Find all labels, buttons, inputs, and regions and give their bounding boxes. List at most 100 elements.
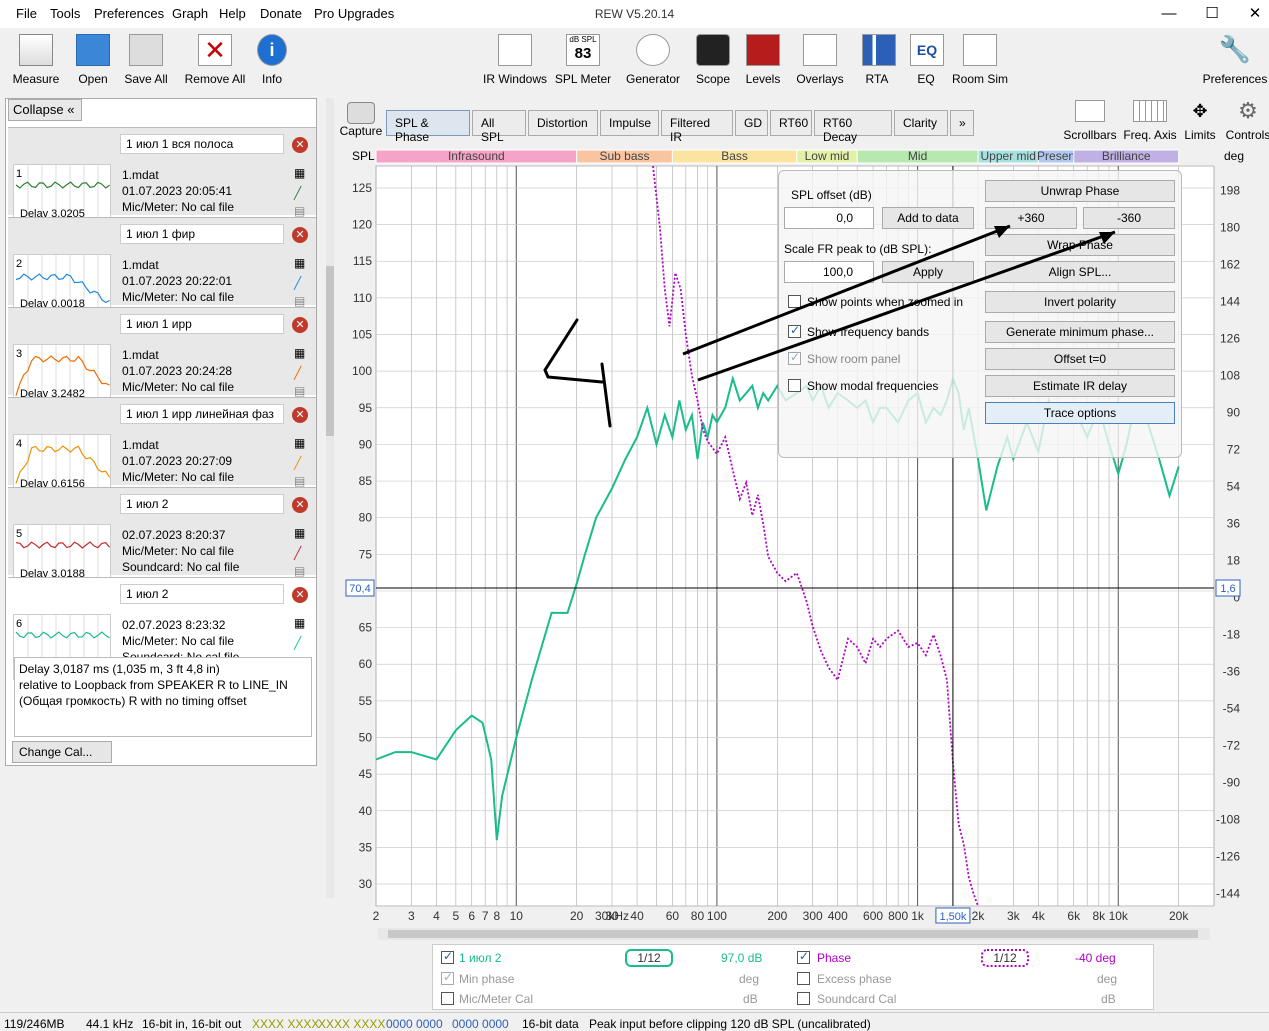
properties-icon[interactable]: ▦ — [294, 166, 305, 180]
properties-icon[interactable]: ▦ — [294, 256, 305, 270]
properties-icon[interactable]: ▦ — [294, 436, 305, 450]
legend-phase-checkbox[interactable] — [797, 949, 810, 964]
graph-scrollbar-thumb[interactable] — [388, 930, 1198, 938]
delete-measurement-icon[interactable]: ✕ — [292, 587, 308, 603]
notes-icon[interactable]: ▤ — [294, 294, 305, 308]
measurement-item[interactable]: 1 июл 1 ирр✕2020,0k31.mdat01.07.2023 20:… — [8, 307, 316, 410]
measurement-name-input[interactable]: 1 июл 1 фир — [120, 224, 284, 244]
legend-soundcard-cal-checkbox[interactable] — [797, 992, 810, 1005]
rta-button[interactable]: RTA — [862, 34, 896, 86]
eq-button[interactable]: EQ EQ — [910, 34, 944, 86]
maximize-icon[interactable]: ☐ — [1202, 4, 1222, 24]
legend-mic-cal-checkbox[interactable] — [441, 992, 454, 1005]
tab-rt60[interactable]: RT60 — [770, 110, 812, 136]
legend-spl-checkbox[interactable] — [441, 949, 454, 964]
menu-tools[interactable]: Tools — [50, 6, 80, 21]
preferences-button[interactable]: 🔧 Preferences — [1202, 34, 1268, 86]
align-spl-button[interactable]: Align SPL... — [985, 261, 1175, 283]
minimize-icon[interactable]: — — [1159, 4, 1179, 24]
save-all-button[interactable]: Save All — [122, 34, 170, 86]
controls-button[interactable]: ⚙ Controls — [1224, 100, 1269, 143]
menu-file[interactable]: File — [16, 6, 37, 21]
add-to-data-button[interactable]: Add to data — [882, 207, 974, 229]
delete-measurement-icon[interactable]: ✕ — [292, 227, 308, 243]
generate-minimum-phase-button[interactable]: Generate minimum phase... — [985, 321, 1175, 343]
unwrap-phase-button[interactable]: Unwrap Phase — [985, 180, 1175, 202]
legend-excess-phase-checkbox[interactable] — [797, 972, 810, 985]
spl-offset-input[interactable]: 0,0 — [784, 207, 874, 229]
notes-icon[interactable]: ▤ — [294, 474, 305, 488]
measurement-name-input[interactable]: 1 июл 1 ирр линейная фаз — [120, 404, 284, 424]
freq-axis-button[interactable]: Freq. Axis — [1120, 100, 1180, 142]
properties-icon[interactable]: ▦ — [294, 346, 305, 360]
tab-rt60-decay[interactable]: RT60 Decay — [814, 110, 892, 144]
delete-measurement-icon[interactable]: ✕ — [292, 137, 308, 153]
measurement-name-input[interactable]: 1 июл 1 вся полоса — [120, 134, 284, 154]
notes-icon[interactable]: ▤ — [294, 204, 305, 218]
overlays-button[interactable]: Overlays — [796, 34, 844, 86]
scrollbars-button[interactable]: Scrollbars — [1062, 100, 1118, 142]
apply-button[interactable]: Apply — [882, 261, 974, 283]
tab-clarity[interactable]: Clarity — [894, 110, 948, 136]
measure-button[interactable]: Measure — [10, 34, 62, 86]
change-cal-button[interactable]: Change Cal... — [12, 741, 112, 763]
tab-spl-phase[interactable]: SPL & Phase — [386, 110, 470, 144]
left-scrollbar-thumb[interactable] — [326, 266, 334, 436]
trace-options-button[interactable]: Trace options — [985, 402, 1175, 424]
properties-icon[interactable]: ▦ — [294, 526, 305, 540]
tab-filtered-ir[interactable]: Filtered IR — [661, 110, 733, 144]
show-points-checkbox[interactable] — [788, 295, 801, 308]
close-icon[interactable]: ✕ — [1245, 4, 1265, 24]
measurement-name-input[interactable]: 1 июл 1 ирр — [120, 314, 284, 334]
show-frequency-bands-checkbox[interactable] — [788, 323, 801, 338]
properties-icon[interactable]: ▦ — [294, 616, 305, 630]
notes-icon[interactable]: ▤ — [294, 564, 305, 578]
legend-min-phase-checkbox[interactable] — [441, 970, 454, 985]
left-scrollbar[interactable] — [326, 98, 334, 898]
tab-more[interactable]: » — [950, 110, 974, 136]
menu-preferences[interactable]: Preferences — [94, 6, 164, 21]
menu-graph[interactable]: Graph — [172, 6, 208, 21]
estimate-ir-delay-button[interactable]: Estimate IR delay — [985, 375, 1175, 397]
measurement-name-input[interactable]: 1 июл 2 — [120, 584, 284, 604]
legend-phase-smoothing[interactable]: 1/12 — [981, 949, 1029, 967]
menu-donate[interactable]: Donate — [260, 6, 302, 21]
collapse-button[interactable]: Collapse « — [8, 99, 82, 121]
remove-all-button[interactable]: ✕ Remove All — [182, 34, 248, 86]
ir-windows-button[interactable]: IR Windows — [482, 34, 548, 86]
offset-t0-button[interactable]: Offset t=0 — [985, 348, 1175, 370]
generator-button[interactable]: Generator — [624, 34, 682, 86]
graph-horizontal-scrollbar[interactable] — [378, 928, 1210, 940]
invert-polarity-button[interactable]: Invert polarity — [985, 291, 1175, 313]
menu-pro-upgrades[interactable]: Pro Upgrades — [314, 6, 394, 21]
measurement-item[interactable]: 1 июл 2✕2020,0k502.07.2023 8:20:37Mic/Me… — [8, 487, 316, 590]
spl-meter-button[interactable]: dB SPL 83 SPL Meter — [554, 34, 612, 86]
measurement-item[interactable]: 1 июл 1 фир✕2020,0k21.mdat01.07.2023 20:… — [8, 217, 316, 320]
trace-color-icon[interactable]: ╱ — [294, 366, 301, 380]
tab-gd[interactable]: GD — [735, 110, 768, 136]
notes-icon[interactable]: ▤ — [294, 384, 305, 398]
trace-color-icon[interactable]: ╱ — [294, 456, 301, 470]
capture-button[interactable]: Capture — [338, 102, 384, 138]
trace-color-icon[interactable]: ╱ — [294, 546, 301, 560]
measurement-name-input[interactable]: 1 июл 2 — [120, 494, 284, 514]
room-sim-button[interactable]: Room Sim — [950, 34, 1010, 86]
limits-button[interactable]: ✥ Limits — [1180, 100, 1220, 142]
tab-impulse[interactable]: Impulse — [600, 110, 659, 136]
delete-measurement-icon[interactable]: ✕ — [292, 407, 308, 423]
show-modal-frequencies-checkbox[interactable] — [788, 379, 801, 392]
open-button[interactable]: Open — [72, 34, 114, 86]
tab-all-spl[interactable]: All SPL — [472, 110, 526, 144]
menu-help[interactable]: Help — [219, 6, 246, 21]
wrap-phase-button[interactable]: Wrap Phase — [985, 234, 1175, 256]
trace-color-icon[interactable]: ╱ — [294, 276, 301, 290]
delete-measurement-icon[interactable]: ✕ — [292, 317, 308, 333]
legend-spl-smoothing[interactable]: 1/12 — [625, 949, 673, 967]
plus-360-button[interactable]: +360 — [985, 207, 1077, 229]
trace-color-icon[interactable]: ╱ — [294, 636, 301, 650]
scope-button[interactable]: Scope — [694, 34, 732, 86]
minus-360-button[interactable]: -360 — [1083, 207, 1175, 229]
scale-input[interactable]: 100,0 — [784, 261, 874, 283]
measurement-item[interactable]: 1 июл 1 ирр линейная фаз✕2020,0k41.mdat0… — [8, 397, 316, 500]
delete-measurement-icon[interactable]: ✕ — [292, 497, 308, 513]
